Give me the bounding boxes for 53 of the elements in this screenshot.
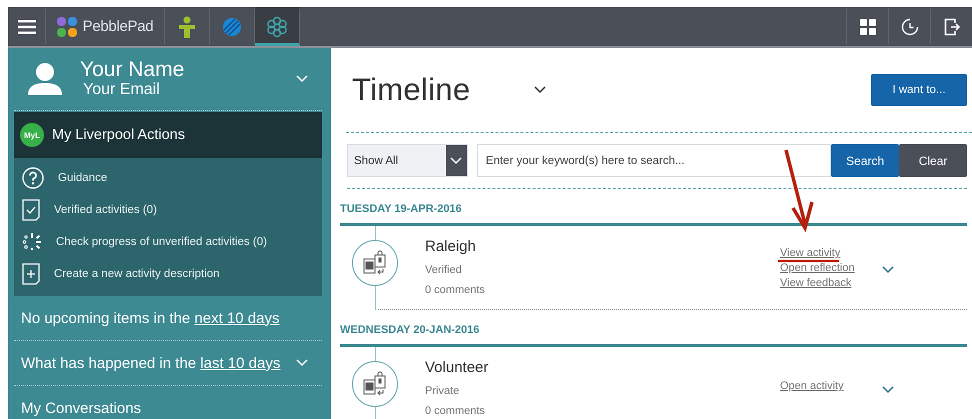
section-heading: What has happened in the last 10 days [21, 354, 280, 372]
page-title: Timeline [352, 72, 470, 108]
activity-icon [363, 250, 387, 276]
checklist-icon [22, 199, 40, 221]
logout-icon [944, 18, 960, 36]
app-tab[interactable] [255, 7, 300, 46]
date-heading: TUESDAY 19-APR-2016 [340, 189, 967, 226]
action-link[interactable]: Check progress of unverified activities (0) [56, 236, 267, 248]
brand-name: PebblePad [82, 18, 154, 35]
expand-chevron-icon[interactable] [882, 266, 894, 274]
person-icon [179, 16, 195, 38]
dropdown-chevron-icon[interactable] [534, 86, 546, 94]
filter-dropdown[interactable]: Show All [347, 144, 468, 177]
activity-status: Verified [425, 264, 463, 276]
search-field[interactable]: Enter your keyword(s) here to search... [476, 144, 832, 177]
comment-count: 0 comments [425, 405, 486, 417]
brand-logo[interactable]: PebblePad [46, 7, 165, 46]
badge-icon: MyL [20, 123, 44, 147]
help-icon [22, 167, 44, 189]
user-name: Your Name [80, 59, 186, 81]
section-heading: No upcoming items in the next 10 days [21, 310, 280, 326]
search-button[interactable]: Search [831, 144, 900, 177]
activity-title[interactable]: Volunteer [425, 359, 780, 376]
activity-icon [363, 371, 387, 397]
expand-chevron-icon[interactable] [882, 386, 894, 394]
activity-status: Private [425, 385, 460, 397]
clear-button[interactable]: Clear [899, 144, 968, 177]
panel-title: My Liverpool Actions [52, 127, 185, 143]
add-document-icon [22, 263, 40, 285]
i-want-to-button[interactable]: I want to... [871, 74, 967, 106]
progress-icon [22, 232, 42, 252]
flower-icon [266, 16, 288, 38]
menu-icon [18, 20, 36, 34]
action-link[interactable]: Create a new activity description [54, 268, 220, 280]
activity-link[interactable]: View activity [780, 246, 880, 261]
user-email: Your Email [82, 81, 161, 99]
avatar-icon [28, 63, 62, 95]
period-link[interactable]: last 10 days [200, 354, 280, 372]
activity-title[interactable]: Raleigh [425, 238, 780, 255]
comment-count: 0 comments [425, 284, 486, 296]
action-link[interactable]: Guidance [58, 172, 108, 184]
logo-icon [56, 16, 77, 36]
activity-link[interactable]: Open reflection [780, 261, 880, 276]
clock-icon [900, 18, 918, 36]
grid-icon [860, 18, 876, 34]
activity-link[interactable]: View feedback [780, 276, 880, 291]
globe-icon [222, 16, 242, 36]
action-link[interactable]: Verified activities (0) [54, 204, 157, 216]
annotation-underline [778, 260, 839, 262]
activity-link[interactable]: Open activity [780, 379, 880, 394]
date-heading: WEDNESDAY 20-JAN-2016 [340, 310, 967, 347]
section-heading: My Conversations [21, 400, 142, 416]
period-link[interactable]: next 10 days [194, 310, 280, 326]
